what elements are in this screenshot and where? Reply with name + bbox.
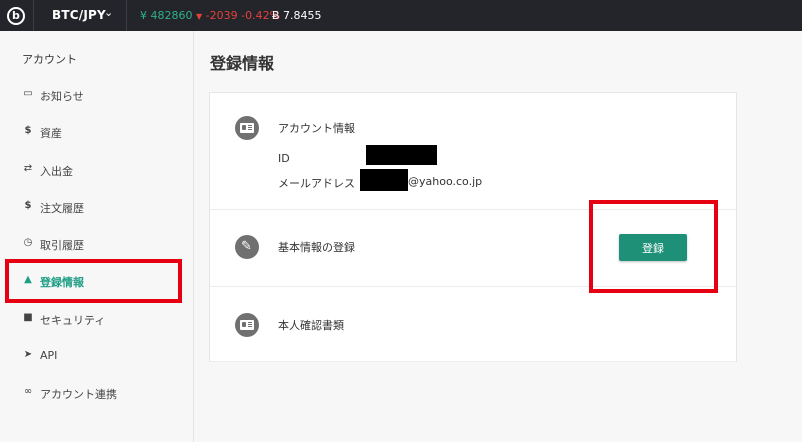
divider [126, 0, 127, 31]
price-change-value: -2039 -0.42% [205, 9, 281, 22]
id-label: ID [278, 152, 290, 165]
sidebar-item-label: 注文履歴 [40, 202, 84, 215]
account-info-title: アカウント情報 [278, 122, 355, 135]
sidebar-item-label: お知らせ [40, 90, 84, 103]
clock-icon: ◷ [23, 237, 33, 248]
sidebar-item-label: アカウント連携 [40, 388, 117, 401]
inbox-icon: ▭ [23, 88, 33, 99]
id-card-icon [235, 116, 259, 140]
sidebar-item-security[interactable]: ■ セキュリティ [0, 304, 193, 334]
sidebar-item-deposit-withdraw[interactable]: ⇄ 入出金 [0, 155, 193, 185]
account-info-section: アカウント情報 ID メールアドレス @yahoo.co.jp [210, 93, 736, 210]
link-icon: ∞ [23, 386, 33, 397]
email-domain: @yahoo.co.jp [408, 175, 483, 188]
pencil-icon: ✎ [235, 235, 259, 259]
dollar-icon: $ [24, 200, 32, 211]
identity-docs-section: 本人確認書類 [210, 286, 736, 362]
id-card-icon [235, 313, 259, 337]
basic-info-title: 基本情報の登録 [278, 241, 355, 254]
transfer-icon: ⇄ [23, 163, 33, 174]
email-label: メールアドレス [278, 177, 355, 190]
btc-stat: Ƀ 7.8455 [272, 9, 322, 22]
lock-icon: ■ [23, 312, 33, 323]
highlight-box-register [589, 200, 718, 293]
sidebar-item-api[interactable]: ➤ API [0, 341, 193, 371]
sidebar-item-label: API [40, 349, 58, 362]
sidebar-item-assets[interactable]: $ 資産 [0, 117, 193, 147]
identity-docs-title: 本人確認書類 [278, 319, 344, 332]
last-price: ¥ 482860 [140, 9, 193, 22]
highlight-box-sidebar [5, 259, 182, 303]
sidebar-item-trade-history[interactable]: ◷ 取引履歴 [0, 229, 193, 259]
chevron-down-icon[interactable]: ⌄ [104, 6, 113, 19]
page-title: 登録情報 [210, 54, 275, 73]
sidebar-title: アカウント [22, 53, 77, 66]
sidebar-item-account-link[interactable]: ∞ アカウント連携 [0, 378, 193, 408]
sidebar-item-order-history[interactable]: $ 注文履歴 [0, 192, 193, 222]
sidebar-item-notices[interactable]: ▭ お知らせ [0, 80, 193, 110]
send-icon: ➤ [23, 349, 33, 360]
redacted-email [360, 169, 408, 191]
sidebar-item-label: セキュリティ [40, 314, 106, 327]
redacted-id [366, 145, 437, 165]
down-triangle-icon: ▼ [196, 12, 203, 21]
sidebar: アカウント ▭ お知らせ $ 資産 ⇄ 入出金 $ 注文履歴 ◷ 取引履歴 ▲ … [0, 31, 194, 442]
divider [33, 0, 34, 31]
sidebar-item-label: 取引履歴 [40, 239, 84, 252]
sidebar-item-label: 資産 [40, 127, 62, 140]
price-change: ▼ -2039 -0.42% [196, 9, 280, 22]
logo-icon[interactable]: b [7, 7, 25, 25]
top-bar: b BTC/JPY ⌄ ¥ 482860 ▼ -2039 -0.42% Ƀ 7.… [0, 0, 802, 31]
dollar-icon: $ [24, 125, 32, 136]
currency-pair-selector[interactable]: BTC/JPY [52, 8, 106, 22]
sidebar-item-label: 入出金 [40, 165, 73, 178]
